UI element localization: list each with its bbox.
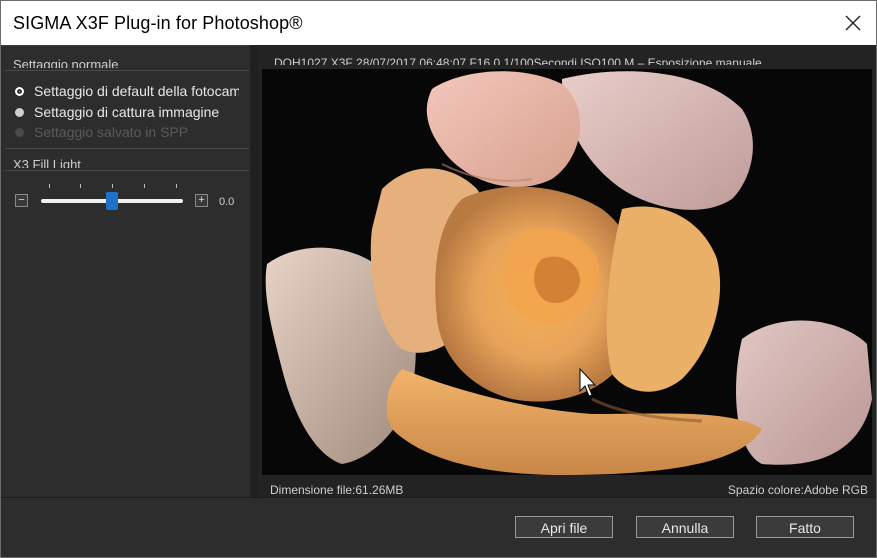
plugin-dialog: SIGMA X3F Plug-in for Photoshop® Settagg… (0, 0, 877, 558)
radio-label: Settaggio salvato in SPP (34, 124, 189, 140)
fill-light-minus-button[interactable]: − (15, 194, 28, 207)
title-bar: SIGMA X3F Plug-in for Photoshop® (1, 1, 876, 45)
slider-tick (144, 184, 145, 188)
radio-disabled-icon (15, 127, 24, 137)
radio-capture-settings[interactable]: Settaggio di cattura immagine (15, 104, 239, 120)
slider-tick (49, 184, 50, 188)
close-icon (845, 15, 860, 31)
fill-light-plus-button[interactable]: + (195, 194, 208, 207)
radio-label: Settaggio di cattura immagine (34, 104, 220, 120)
cancel-button[interactable]: Annulla (636, 516, 734, 538)
rose-photo (262, 69, 872, 475)
radio-label: Settaggio di default della fotocamera (34, 83, 239, 99)
done-button[interactable]: Fatto (756, 516, 854, 538)
slider-tick (176, 184, 177, 188)
radio-icon (15, 107, 24, 117)
fill-light-value: 0.0 (219, 196, 235, 206)
section-divider (5, 148, 249, 149)
plus-icon: + (198, 194, 205, 206)
fill-light-section-title: X3 Fill Light (13, 157, 81, 168)
panel-splitter[interactable] (250, 45, 258, 497)
file-size-label: Dimensione file:61.26MB (270, 483, 404, 497)
slider-tick (80, 184, 81, 188)
open-file-button[interactable]: Apri file (515, 516, 613, 538)
radio-camera-default[interactable]: Settaggio di default della fotocamera (15, 83, 239, 99)
settings-panel: Settaggio normale Settaggio di default d… (1, 45, 250, 498)
section-divider (5, 70, 249, 71)
image-info-bar: DQH1027.X3F 28/07/2017 06:48:07 F16.0 1/… (274, 56, 762, 65)
close-button[interactable] (829, 1, 876, 45)
slider-thumb[interactable] (106, 192, 118, 210)
window-title: SIGMA X3F Plug-in for Photoshop® (13, 13, 303, 33)
minus-icon: − (18, 194, 25, 206)
radio-selected-icon (15, 86, 24, 96)
image-preview[interactable] (262, 69, 872, 475)
color-space-label: Spazio colore:Adobe RGB (727, 483, 868, 497)
preview-panel: DQH1027.X3F 28/07/2017 06:48:07 F16.0 1/… (258, 45, 876, 497)
settings-section-title: Settaggio normale (13, 57, 119, 68)
section-divider (5, 170, 249, 171)
slider-tick (112, 184, 113, 188)
radio-spp-settings: Settaggio salvato in SPP (15, 124, 239, 140)
fill-light-slider[interactable] (41, 180, 183, 210)
dialog-footer: Apri file Annulla Fatto (1, 497, 876, 557)
